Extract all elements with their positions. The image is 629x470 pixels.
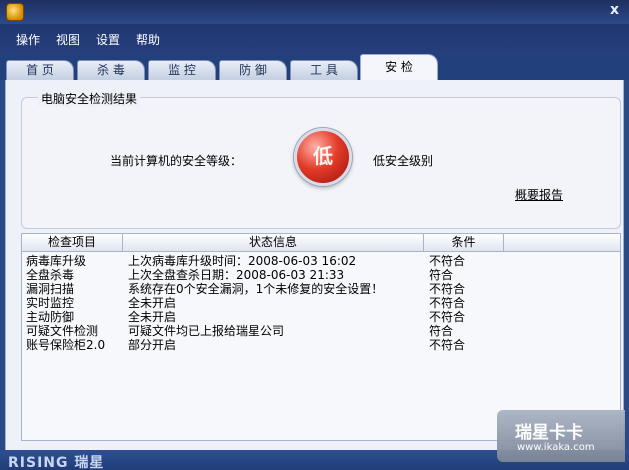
cell-item: 实时监控 — [26, 296, 75, 310]
ikaka-watermark: 瑞星卡卡 www.ikaka.com — [497, 410, 625, 462]
table-row[interactable]: 主动防御 全未开启 不符合 — [22, 310, 620, 324]
group-title: 电脑安全检测结果 — [38, 90, 141, 107]
watermark-url: www.ikaka.com — [517, 442, 595, 453]
cell-status: 上次全盘查杀日期：2008-06-03 21:33 — [128, 268, 345, 282]
column-header-status[interactable]: 状态信息 — [123, 234, 424, 252]
security-level-badge: 低 — [294, 128, 352, 186]
cell-status: 上次病毒库升级时间：2008-06-03 16:02 — [128, 254, 357, 268]
column-header-item[interactable]: 检查项目 — [22, 234, 123, 252]
title-bar: x — [0, 0, 629, 24]
cell-status: 全未开启 — [128, 310, 177, 324]
cell-item: 账号保险柜2.0 — [26, 338, 106, 352]
cell-item: 全盘杀毒 — [26, 268, 75, 282]
menu-item-operate[interactable]: 操作 — [16, 31, 40, 48]
table-header: 检查项目 状态信息 条件 — [22, 234, 620, 252]
cell-condition: 不符合 — [429, 296, 466, 310]
menu-item-help[interactable]: 帮助 — [136, 31, 160, 48]
tab-monitor[interactable]: 监 控 — [148, 60, 216, 80]
summary-report-link[interactable]: 概要报告 — [515, 186, 563, 203]
cell-item: 漏洞扫描 — [26, 282, 75, 296]
security-result-group: 电脑安全检测结果 当前计算机的安全等级： 低 低安全级别 概要报告 — [21, 90, 621, 229]
security-level-label: 当前计算机的安全等级： — [110, 154, 243, 168]
tab-defense[interactable]: 防 御 — [219, 60, 287, 80]
cell-condition: 不符合 — [429, 254, 466, 268]
table-row[interactable]: 病毒库升级 上次病毒库升级时间：2008-06-03 16:02 不符合 — [22, 254, 620, 268]
table-row[interactable]: 账号保险柜2.0 部分开启 不符合 — [22, 338, 620, 352]
column-header-condition[interactable]: 条件 — [424, 234, 504, 252]
tab-strip: 首 页 杀 毒 监 控 防 御 工 具 安 检 — [0, 54, 629, 80]
rising-lion-icon[interactable] — [6, 3, 24, 21]
tab-tools[interactable]: 工 具 — [290, 60, 358, 80]
close-button[interactable]: x — [610, 2, 619, 18]
cell-condition: 不符合 — [429, 282, 466, 296]
rising-logo: RISING 瑞星 — [8, 455, 105, 470]
security-check-page: 电脑安全检测结果 当前计算机的安全等级： 低 低安全级别 概要报告 检查项目 状… — [5, 80, 624, 450]
column-header-blank — [504, 234, 620, 252]
tab-home[interactable]: 首 页 — [6, 60, 74, 80]
table-row[interactable]: 实时监控 全未开启 不符合 — [22, 296, 620, 310]
cell-condition: 符合 — [429, 268, 454, 282]
table-row[interactable]: 漏洞扫描 系统存在0个安全漏洞，1个未修复的安全设置！ 不符合 — [22, 282, 620, 296]
menu-item-view[interactable]: 视图 — [56, 31, 80, 48]
table-row[interactable]: 全盘杀毒 上次全盘查杀日期：2008-06-03 21:33 符合 — [22, 268, 620, 282]
cell-status: 部分开启 — [128, 338, 177, 352]
cell-status: 系统存在0个安全漏洞，1个未修复的安全设置！ — [128, 282, 384, 296]
cell-status: 全未开启 — [128, 296, 177, 310]
cell-condition: 不符合 — [429, 310, 466, 324]
menu-item-settings[interactable]: 设置 — [96, 31, 120, 48]
cell-item: 病毒库升级 — [26, 254, 87, 268]
cell-item: 主动防御 — [26, 310, 75, 324]
security-level-value: 低安全级别 — [373, 154, 434, 168]
cell-status: 可疑文件均已上报给瑞星公司 — [128, 324, 285, 338]
watermark-title: 瑞星卡卡 — [515, 423, 583, 443]
cell-item: 可疑文件检测 — [26, 324, 99, 338]
tab-antivirus[interactable]: 杀 毒 — [77, 60, 145, 80]
cell-condition: 符合 — [429, 324, 454, 338]
table-row[interactable]: 可疑文件检测 可疑文件均已上报给瑞星公司 符合 — [22, 324, 620, 338]
tab-security-check[interactable]: 安 检 — [360, 54, 438, 80]
menu-bar: 操作 视图 设置 帮助 — [0, 24, 629, 54]
cell-condition: 不符合 — [429, 338, 466, 352]
